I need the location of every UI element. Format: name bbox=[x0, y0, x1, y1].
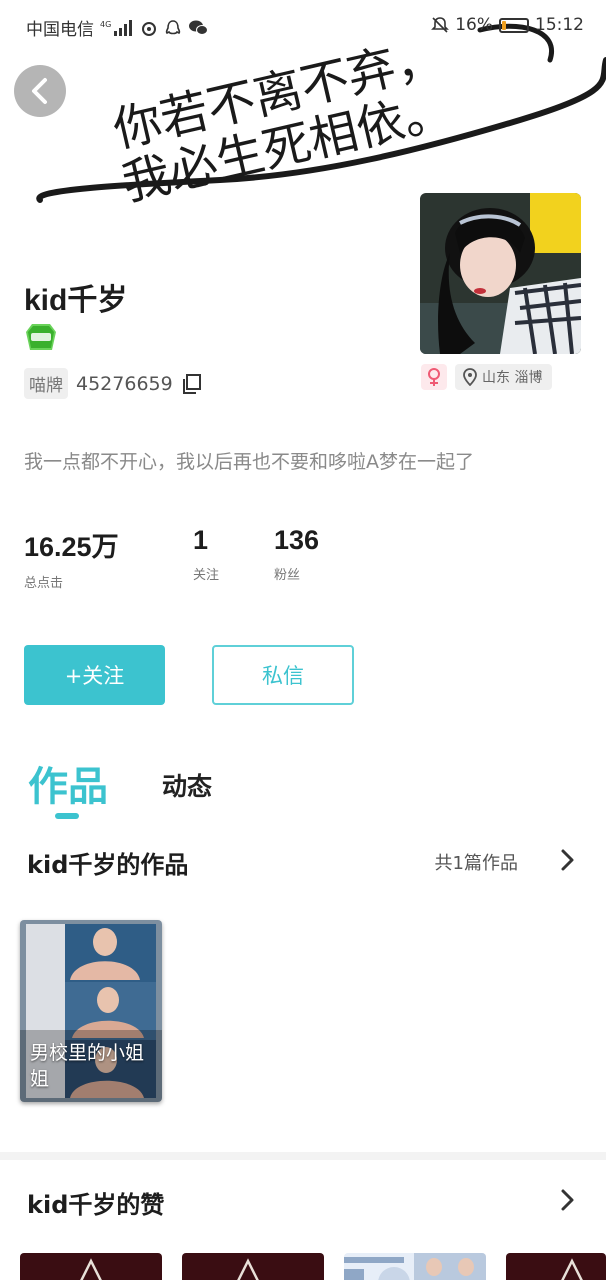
level-badge-icon bbox=[24, 322, 58, 352]
stat-value: 1 bbox=[193, 525, 209, 555]
likes-section-title: kid千岁的赞 bbox=[27, 1191, 165, 1219]
follow-button[interactable]: +关注 bbox=[24, 645, 165, 705]
chevron-right-icon[interactable] bbox=[560, 1188, 576, 1212]
active-tab-indicator bbox=[55, 813, 79, 819]
liked-work-cover bbox=[20, 1253, 162, 1280]
works-section-title: kid千岁的作品 bbox=[27, 851, 189, 879]
location-pin-icon bbox=[463, 368, 477, 386]
stat-fans[interactable]: 136 粉丝 bbox=[274, 525, 319, 591]
location-text: 山东 淄博 bbox=[482, 370, 543, 386]
profile-tags: 山东 淄博 bbox=[421, 364, 553, 390]
message-button[interactable]: 私信 bbox=[212, 645, 354, 705]
battery-icon bbox=[499, 17, 529, 33]
stat-label: 总点击 bbox=[24, 576, 64, 591]
stat-clicks: 16.25万 总点击 bbox=[24, 525, 193, 591]
nickname: kid千岁 bbox=[24, 284, 128, 317]
battery-percent: 16% bbox=[455, 15, 493, 35]
tab-works[interactable]: 作品 bbox=[28, 754, 108, 812]
chevron-right-icon[interactable] bbox=[560, 848, 576, 872]
svg-text:4G: 4G bbox=[100, 20, 111, 29]
tab-moments[interactable]: 动态 bbox=[162, 767, 212, 803]
liked-work-thumb[interactable] bbox=[20, 1253, 162, 1280]
stat-label: 粉丝 bbox=[274, 568, 301, 583]
liked-work-cover bbox=[182, 1253, 324, 1280]
stat-value: 136 bbox=[274, 525, 320, 555]
user-id-row: 喵牌 45276659 bbox=[24, 368, 203, 399]
location-tag: 山东 淄博 bbox=[455, 364, 553, 390]
back-button[interactable] bbox=[14, 65, 66, 117]
liked-work-cover bbox=[506, 1253, 606, 1280]
avatar[interactable] bbox=[420, 193, 581, 354]
liked-work-thumb[interactable] bbox=[344, 1253, 486, 1280]
signature-text: 我一点都不开心，我以后再也不要和哆啦A梦在一起了 bbox=[24, 451, 474, 473]
mute-bell-icon bbox=[431, 16, 450, 34]
carrier-name: 中国电信 bbox=[26, 20, 94, 40]
qq-icon bbox=[164, 19, 182, 37]
liked-work-cover bbox=[344, 1253, 486, 1280]
section-divider bbox=[0, 1152, 606, 1160]
id-label: 喵牌 bbox=[24, 368, 68, 399]
liked-work-thumb[interactable] bbox=[182, 1253, 324, 1280]
user-id-number: 45276659 bbox=[76, 372, 173, 395]
stat-value: 16.25万 bbox=[24, 532, 119, 562]
works-count-link[interactable]: 共1篇作品 bbox=[435, 849, 518, 875]
work-card[interactable]: 男校里的小姐姐 bbox=[20, 920, 162, 1102]
signal-icon: 4G bbox=[100, 19, 134, 37]
liked-work-thumb[interactable] bbox=[506, 1253, 606, 1280]
weibo-icon bbox=[140, 19, 158, 37]
stat-following[interactable]: 1 关注 bbox=[193, 525, 274, 591]
stats-row: 16.25万 总点击 1 关注 136 粉丝 bbox=[24, 525, 319, 591]
chevron-left-icon bbox=[32, 78, 47, 104]
copy-icon[interactable] bbox=[181, 373, 203, 395]
wechat-icon bbox=[188, 19, 208, 37]
work-title: 男校里的小姐姐 bbox=[30, 1042, 145, 1090]
female-icon bbox=[421, 364, 447, 390]
status-bar: 中国电信 4G 16% 15:12 bbox=[0, 0, 606, 52]
status-time: 15:12 bbox=[535, 15, 584, 35]
stat-label: 关注 bbox=[193, 568, 220, 583]
